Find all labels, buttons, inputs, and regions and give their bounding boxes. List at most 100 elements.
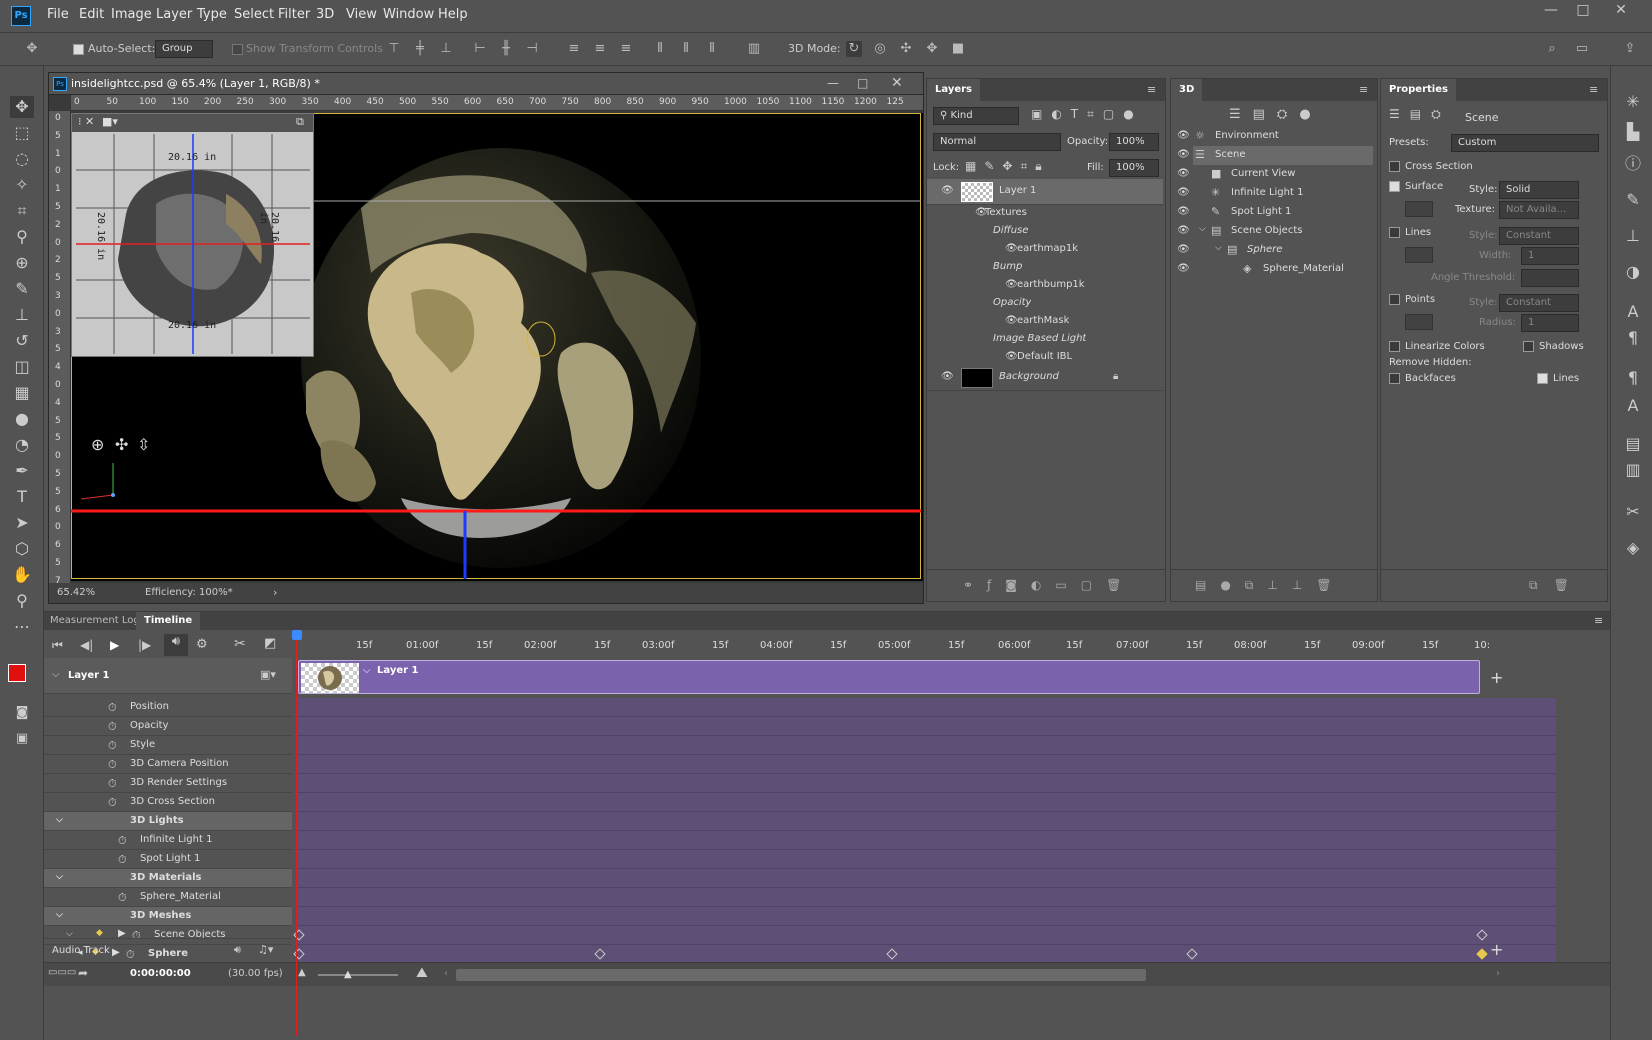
visibility-eye-icon[interactable]: 👁︎ [941, 371, 954, 382]
stopwatch-icon[interactable]: ⏱︎ [108, 701, 117, 715]
scene-row[interactable]: ⌵ ▤ Sphere [1193, 241, 1373, 260]
points-color-swatch[interactable] [1405, 314, 1433, 330]
stopwatch-icon[interactable]: ⏱︎ [108, 739, 117, 753]
brush-tool-icon[interactable]: ✎ [10, 278, 34, 300]
time-ruler[interactable]: 15f 01:00f 15f 02:00f 15f 03:00f 15f 04:00f 15f 0… [298, 624, 1556, 658]
character-styles-icon[interactable]: A [1622, 396, 1644, 418]
layer-row[interactable]: Diffuse [927, 223, 1163, 241]
timeline-track-strip[interactable] [298, 793, 1556, 812]
next-frame-icon[interactable]: |▶ [138, 638, 151, 652]
pen-tool-icon[interactable]: ✒ [10, 460, 34, 482]
move-tool-icon[interactable]: ✥ [24, 41, 40, 57]
visibility-eye-icon[interactable]: 👁︎ [1177, 206, 1190, 217]
timeline-property-row[interactable]: ⌵ 3D Materials [44, 869, 292, 888]
swatches-icon[interactable]: ▤ [1622, 434, 1644, 456]
stopwatch-icon[interactable]: ⏱︎ [108, 720, 117, 734]
maximize-icon[interactable]: □ [1570, 2, 1596, 20]
scene-row[interactable]: ◈ Sphere_Material [1193, 260, 1373, 279]
lasso-tool-icon[interactable]: ◌ [10, 148, 34, 170]
eyedropper-icon[interactable]: ⚲ [10, 226, 34, 248]
layer-expand-chevron-icon[interactable]: ⌵ [52, 669, 60, 680]
timeline-property-row[interactable]: ⏱︎ Sphere_Material [44, 888, 292, 907]
properties-mode-icons[interactable]: ☰▤⛭ [1389, 107, 1451, 122]
menu-help[interactable]: Help [438, 7, 468, 22]
backfaces-checkbox[interactable] [1389, 373, 1400, 384]
visibility-eye-icon[interactable]: 👁︎ [941, 185, 954, 196]
play-icon[interactable]: ▶ [110, 638, 119, 652]
scroll-right-icon[interactable]: › [1496, 968, 1500, 979]
menu-layer[interactable]: Layer [156, 7, 192, 22]
timeline-track-strip[interactable] [298, 755, 1556, 774]
layer-film-icon[interactable]: ▣▾ [260, 668, 276, 681]
search-icon[interactable]: ⌕ [1544, 41, 1560, 57]
add-audio-icon[interactable]: + [1490, 940, 1503, 959]
keyframe-marker[interactable] [594, 948, 606, 960]
workspace-icon[interactable]: ▭ [1574, 41, 1590, 57]
stopwatch-icon[interactable]: ⏱︎ [118, 834, 127, 848]
shape-tool-icon[interactable]: ⬡ [10, 538, 34, 560]
visibility-eye-icon[interactable]: 👁︎ [1177, 130, 1190, 141]
roll-3d-icon[interactable]: ◎ [872, 41, 888, 57]
timeline-layer-header[interactable]: ⌵ Layer 1 ▣▾ [44, 658, 292, 694]
scene-row[interactable]: ■ Current View [1193, 165, 1373, 184]
layer-filter-kind[interactable]: ⚲ Kind [933, 107, 1019, 125]
align-bottom-icon[interactable]: ⊥ [438, 41, 454, 57]
texture-dropdown[interactable]: Not Availa... [1499, 201, 1579, 219]
timeline-track-strip[interactable] [298, 850, 1556, 869]
3d-filter-icons[interactable]: ☰▤⛭● [1229, 107, 1323, 122]
add-media-icon[interactable]: + [1490, 668, 1503, 687]
swap-view-icon[interactable]: ⧉ [296, 115, 304, 129]
timeline-clip[interactable]: ⌵ Layer 1 [298, 660, 1480, 694]
timeline-property-row[interactable]: ⏱︎ Style [44, 736, 292, 755]
layer-row[interactable]: 👁︎ earthmap1k [927, 241, 1163, 259]
close-view-icon[interactable]: ⁝ ✕ [78, 115, 94, 128]
foreground-color-swatch[interactable] [8, 664, 26, 682]
playhead-handle[interactable] [292, 630, 302, 640]
radius-input[interactable]: 1 [1521, 314, 1579, 332]
audio-track-row[interactable]: Audio Track 🔊︎ ♫▾ [44, 938, 292, 962]
surface-style-dropdown[interactable]: Solid [1499, 181, 1579, 199]
auto-align-icon[interactable]: ▥ [746, 41, 762, 57]
menu-image[interactable]: Image [111, 7, 152, 22]
share-icon[interactable]: ⇪ [1622, 41, 1638, 57]
document-tab[interactable]: Ps insidelightcc.psd @ 65.4% (Layer 1, R… [49, 73, 923, 95]
orbit-3d-icon[interactable]: ↻ [846, 41, 862, 57]
tab-layers[interactable]: Layers [927, 79, 980, 101]
visibility-eye-icon[interactable]: 👁︎ [1177, 244, 1190, 255]
orbit-widget-icon[interactable]: ⊕ [91, 435, 104, 454]
menu-edit[interactable]: Edit [79, 7, 104, 22]
more-tools-icon[interactable]: ⋯ [10, 616, 34, 638]
eraser-tool-icon[interactable]: ◫ [10, 356, 34, 378]
layer-row[interactable]: 👁︎ Textures [927, 205, 1163, 223]
zoom-level[interactable]: 65.42% [57, 587, 95, 598]
zoom-in-icon[interactable]: ⛰ [416, 965, 428, 981]
menu-type[interactable]: Type [197, 7, 227, 22]
paragraph-styles-icon[interactable]: ¶ [1622, 368, 1644, 390]
go-to-first-frame-icon[interactable]: ⏮ [52, 638, 63, 653]
timeline-track-strip[interactable] [298, 831, 1556, 850]
visibility-eye-icon[interactable]: 👁︎ [1177, 149, 1190, 160]
timeline-property-row[interactable]: ⏱︎ 3D Cross Section [44, 793, 292, 812]
crop-tool-icon[interactable]: ⌗ [10, 200, 34, 222]
distribute-bottom-icon[interactable]: ≡ [618, 41, 634, 57]
stopwatch-icon[interactable]: ⏱︎ [108, 796, 117, 810]
visibility-eye-icon[interactable]: 👁︎ [1177, 225, 1190, 236]
stamp-tool-icon[interactable]: ⊥ [10, 304, 34, 326]
visibility-eye-icon[interactable]: 👁︎ [1005, 315, 1018, 326]
timeline-property-row[interactable]: ⏱︎ 3D Render Settings [44, 774, 292, 793]
transition-icon[interactable]: ◩ [264, 636, 276, 651]
timeline-track-strip[interactable] [298, 736, 1556, 755]
align-top-icon[interactable]: ⊤ [386, 41, 402, 57]
expand-chevron-icon[interactable]: ⌵ [1215, 243, 1222, 253]
efficiency-status[interactable]: Efficiency: 100%* [145, 587, 233, 598]
properties-menu-icon[interactable]: ≡ [1589, 83, 1598, 96]
scene-row[interactable]: ☼ Environment [1193, 127, 1373, 146]
audio-volume-icon[interactable]: 🔊︎ [234, 943, 241, 957]
zoom-out-icon[interactable]: ▲ [298, 967, 306, 978]
timeline-track-strip[interactable] [298, 869, 1556, 888]
distribute-left-icon[interactable]: ⦀ [652, 41, 668, 57]
keyframe-nav-icon[interactable]: ◆ [96, 928, 103, 938]
adjustments-icon[interactable]: ◑ [1622, 262, 1644, 284]
width-input[interactable]: 1 [1521, 247, 1579, 265]
surface-color-swatch[interactable] [1405, 201, 1433, 217]
